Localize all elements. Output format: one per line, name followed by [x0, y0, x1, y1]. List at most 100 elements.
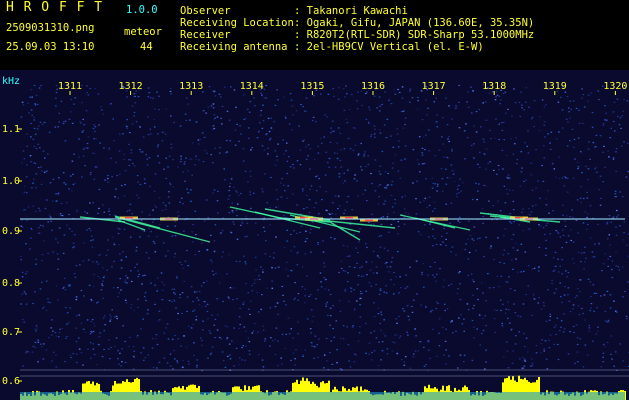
noise-speck [375, 337, 378, 339]
noise-speck [36, 327, 38, 329]
noise-speck [472, 239, 475, 241]
noise-speck [108, 208, 110, 210]
noise-speck [520, 243, 523, 245]
noise-speck [291, 105, 294, 107]
noise-speck [403, 223, 406, 225]
noise-speck [218, 93, 221, 95]
noise-speck [330, 217, 332, 219]
noise-speck [610, 127, 612, 129]
noise-speck [542, 180, 545, 182]
noise-speck [109, 320, 111, 322]
noise-speck [258, 353, 260, 356]
noise-speck [547, 133, 549, 135]
noise-speck [404, 287, 407, 289]
noise-speck [179, 125, 182, 127]
noise-speck [206, 152, 208, 154]
noise-speck [154, 303, 156, 305]
noise-speck [177, 312, 179, 315]
noise-speck [573, 331, 575, 334]
noise-speck [614, 130, 616, 132]
noise-speck [326, 360, 328, 362]
noise-speck [351, 209, 353, 211]
noise-speck [220, 232, 222, 234]
noise-speck [555, 288, 558, 290]
noise-speck [115, 188, 117, 190]
noise-speck [211, 270, 214, 272]
noise-speck [545, 224, 548, 227]
noise-speck [373, 350, 376, 352]
noise-speck [247, 181, 249, 183]
noise-speck [533, 126, 535, 128]
noise-speck [395, 276, 397, 278]
noise-speck [207, 106, 210, 108]
noise-speck [580, 186, 582, 188]
noise-speck [348, 108, 351, 111]
noise-speck [397, 88, 399, 91]
noise-speck [308, 199, 311, 201]
noise-speck [121, 361, 123, 363]
noise-speck [292, 352, 295, 354]
noise-speck [344, 290, 346, 292]
noise-speck [441, 136, 443, 138]
noise-speck [523, 180, 525, 182]
noise-speck [380, 359, 382, 361]
noise-speck [44, 157, 46, 159]
noise-speck [245, 215, 247, 217]
noise-speck [499, 103, 501, 105]
noise-speck [122, 251, 124, 253]
noise-speck [115, 337, 118, 339]
noise-speck [40, 166, 42, 168]
receiver-value: : R820T2(RTL-SDR) SDR-Sharp 53.1000MHz [294, 29, 535, 41]
noise-speck [510, 329, 513, 331]
noise-speck [169, 184, 172, 186]
noise-speck [30, 122, 32, 125]
noise-speck [262, 329, 265, 331]
noise-speck [264, 340, 266, 342]
noise-speck [387, 213, 389, 215]
noise-speck [569, 331, 571, 333]
noise-speck [174, 334, 176, 337]
noise-speck [392, 206, 394, 208]
noise-speck [118, 292, 120, 294]
noise-speck [455, 107, 458, 109]
noise-speck [445, 97, 447, 99]
noise-speck [192, 142, 194, 144]
noise-speck [126, 127, 128, 129]
noise-speck [466, 101, 468, 103]
noise-speck [319, 272, 322, 274]
noise-speck [366, 246, 368, 249]
noise-speck [345, 85, 347, 87]
header-panel: H R O F F T 1.0.0 2509031310.png meteor … [0, 0, 629, 70]
noise-speck [124, 340, 127, 342]
noise-speck [583, 268, 585, 270]
noise-speck [446, 232, 448, 234]
noise-speck [251, 332, 254, 334]
noise-speck [448, 140, 450, 143]
noise-speck [20, 259, 22, 261]
noise-speck [369, 269, 372, 271]
noise-speck [377, 364, 380, 367]
noise-speck [63, 286, 65, 288]
noise-speck [66, 335, 68, 338]
noise-speck [73, 273, 76, 275]
noise-speck [58, 227, 61, 229]
noise-speck [591, 251, 594, 253]
noise-speck [176, 276, 178, 278]
noise-speck [431, 187, 434, 189]
noise-speck [120, 365, 122, 367]
noise-speck [509, 212, 511, 215]
noise-speck [129, 203, 132, 205]
noise-speck [149, 128, 152, 130]
noise-speck [297, 333, 299, 335]
noise-speck [146, 313, 149, 315]
noise-speck [292, 114, 294, 116]
noise-speck [158, 310, 161, 312]
noise-speck [359, 267, 361, 269]
noise-speck [235, 190, 237, 192]
noise-speck [477, 190, 479, 192]
noise-speck [498, 123, 501, 125]
noise-speck [30, 161, 32, 163]
noise-speck [304, 288, 306, 290]
noise-speck [193, 309, 196, 311]
noise-speck [560, 326, 562, 328]
